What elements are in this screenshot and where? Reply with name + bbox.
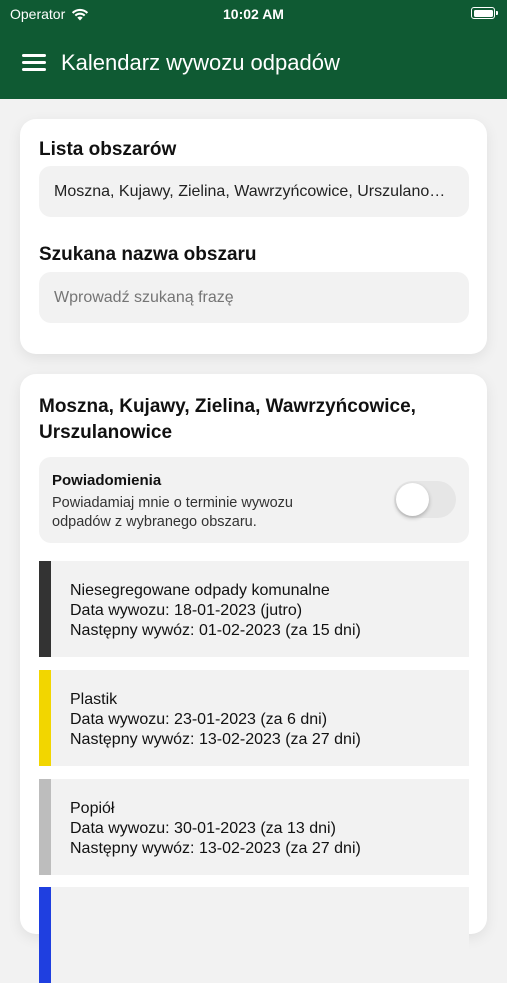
hamburger-menu-icon[interactable] — [22, 54, 46, 72]
waste-name: Niesegregowane odpady komunalne — [70, 582, 330, 599]
waste-item: Niesegregowane odpady komunalne Data wyw… — [39, 561, 469, 657]
waste-color-bar — [39, 887, 51, 983]
waste-name: Popiół — [70, 800, 115, 817]
waste-date: Data wywozu: 30-01-2023 (za 13 dni) — [70, 820, 336, 837]
notifications-description: Powiadamiaj mnie o terminie wywozu odpad… — [52, 495, 293, 530]
status-time: 10:02 AM — [223, 6, 284, 22]
waste-name: Plastik — [70, 691, 118, 708]
waste-date: Data wywozu: 18-01-2023 (jutro) — [70, 602, 303, 619]
battery-icon — [471, 7, 498, 19]
waste-color-bar — [39, 779, 51, 875]
search-label: Szukana nazwa obszaru — [39, 244, 257, 265]
app-title: Kalendarz wywozu odpadów — [61, 50, 340, 75]
areas-dropdown[interactable]: Moszna, Kujawy, Zielina, Wawrzyńcowice, … — [39, 166, 469, 217]
search-input[interactable] — [39, 272, 469, 323]
waste-item: Popiół Data wywozu: 30-01-2023 (za 13 dn… — [39, 779, 469, 875]
notifications-title: Powiadomienia — [52, 472, 162, 489]
waste-next-date: Następny wywóz: 01-02-2023 (za 15 dni) — [70, 622, 361, 639]
area-card: Moszna, Kujawy, Zielina, Wawrzyńcowice, … — [20, 374, 487, 983]
notifications-toggle[interactable] — [394, 481, 456, 518]
filter-card: Lista obszarów Moszna, Kujawy, Zielina, … — [20, 119, 487, 354]
waste-color-bar — [39, 670, 51, 766]
app-bar: Kalendarz wywozu odpadów — [0, 28, 507, 99]
waste-item — [39, 887, 469, 983]
waste-next-date: Następny wywóz: 13-02-2023 (za 27 dni) — [70, 731, 361, 748]
waste-date: Data wywozu: 23-01-2023 (za 6 dni) — [70, 711, 328, 728]
areas-list-label: Lista obszarów — [39, 139, 177, 160]
waste-next-date: Następny wywóz: 13-02-2023 (za 27 dni) — [70, 840, 361, 857]
notifications-panel: Powiadomienia Powiadamiaj mnie o termini… — [39, 457, 469, 543]
status-bar: Operator 10:02 AM — [0, 0, 507, 28]
toggle-knob — [396, 483, 429, 516]
waste-color-bar — [39, 561, 51, 657]
area-title: Moszna, Kujawy, Zielina, Wawrzyńcowice, … — [39, 396, 416, 443]
waste-item: Plastik Data wywozu: 23-01-2023 (za 6 dn… — [39, 670, 469, 766]
